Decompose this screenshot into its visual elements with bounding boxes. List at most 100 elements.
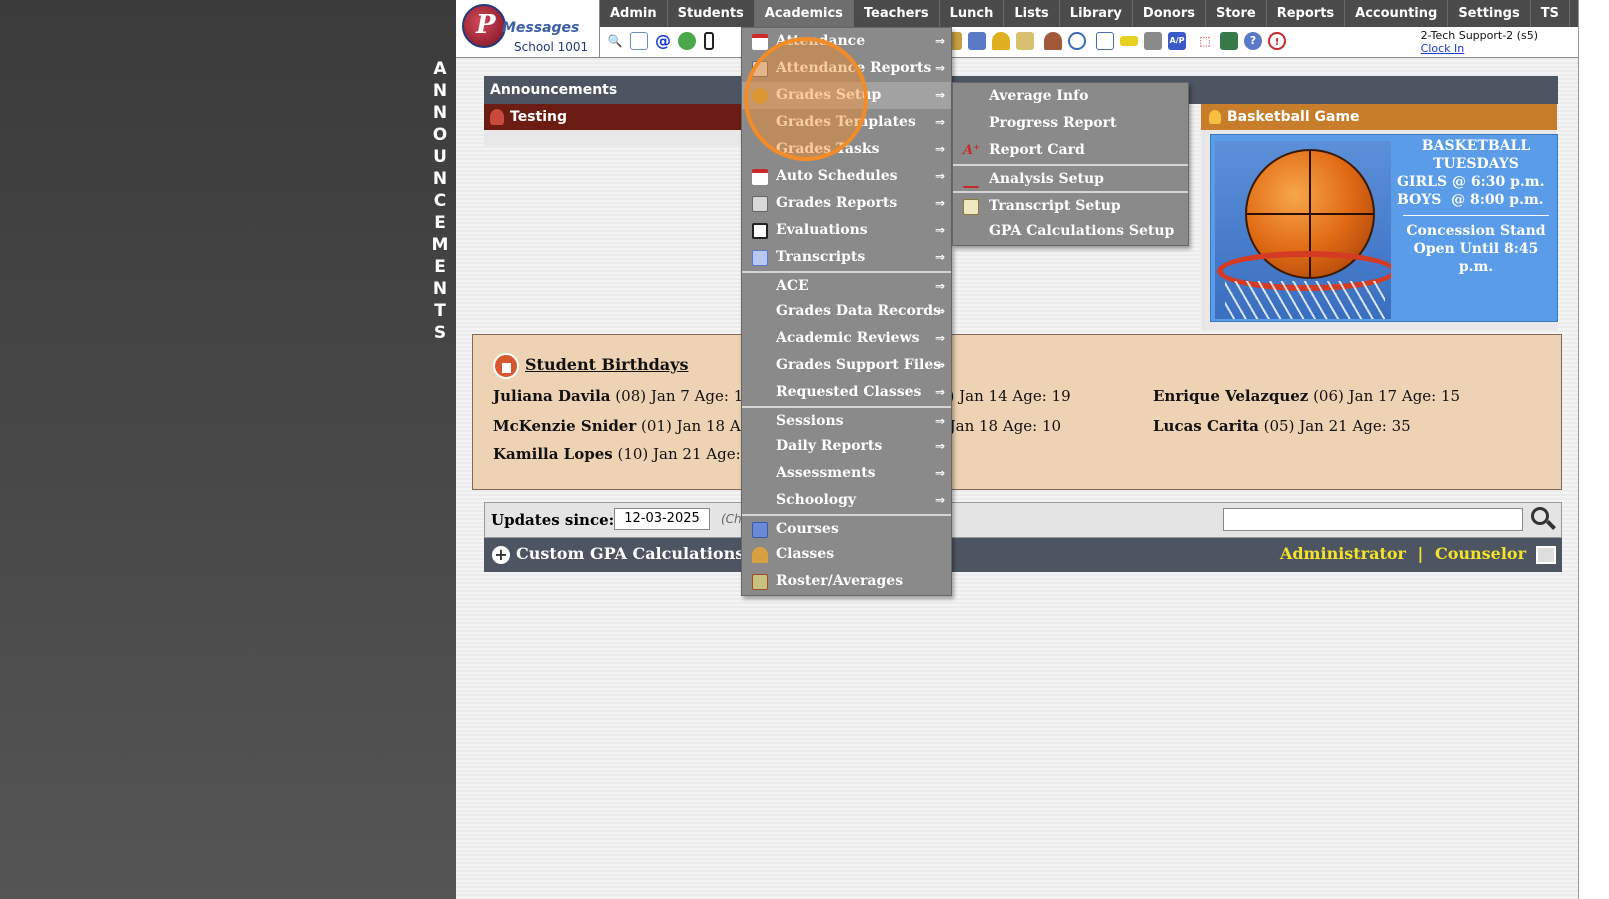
menu-item-ace[interactable]: ACE ⇒: [742, 271, 951, 298]
calendar-grid-icon[interactable]: [630, 32, 648, 50]
birthdays-title[interactable]: Student Birthdays: [525, 355, 688, 374]
menu-item-grades-data-records[interactable]: Grades Data Records ⇒: [742, 298, 951, 325]
submenu-transcript-setup[interactable]: Transcript Setup: [953, 191, 1188, 218]
printer-toolbar-icon[interactable]: [1144, 32, 1162, 50]
submenu-arrow-icon: ⇒: [934, 358, 945, 372]
menu-item-grades-support-files[interactable]: Grades Support Files ⇒: [742, 352, 951, 379]
menu-item-transcripts[interactable]: Transcripts ⇒: [742, 244, 951, 271]
nav-students[interactable]: Students: [668, 0, 755, 27]
table-icon[interactable]: [1096, 32, 1114, 50]
nav-donors[interactable]: Donors: [1133, 0, 1206, 27]
chat-icon[interactable]: [678, 32, 696, 50]
menu-item-evaluations[interactable]: Evaluations ⇒: [742, 217, 951, 244]
menu-item-attendance[interactable]: Attendance ⇒: [742, 28, 951, 55]
menu-item-label: Auto Schedules: [776, 168, 898, 184]
phone-icon[interactable]: [704, 32, 714, 50]
clock-icon[interactable]: [1068, 32, 1086, 50]
nav-library[interactable]: Library: [1060, 0, 1133, 27]
menu-item-academic-reviews[interactable]: Academic Reviews ⇒: [742, 325, 951, 352]
menu-item-grades-reports[interactable]: Grades Reports ⇒: [742, 190, 951, 217]
birthday-entry: ) Jan 18 Age: 10: [939, 417, 1061, 435]
menu-item-auto-schedules[interactable]: Auto Schedules ⇒: [742, 163, 951, 190]
banner-letter: O: [432, 125, 448, 145]
search-input[interactable]: [1223, 508, 1523, 531]
banner-letter: N: [432, 279, 448, 299]
submenu-analysis-setup[interactable]: Analysis Setup: [953, 164, 1188, 191]
menu-item-assessments[interactable]: Assessments ⇒: [742, 460, 951, 487]
nav-reports[interactable]: Reports: [1267, 0, 1346, 27]
birthday-name: Lucas Carita: [1153, 417, 1259, 435]
submenu-report-card[interactable]: A⁺ Report Card: [953, 137, 1188, 164]
nav-academics[interactable]: Academics: [754, 0, 854, 27]
basketball-header-icon: [1209, 110, 1221, 124]
chart-line-icon: [963, 172, 979, 188]
menu-item-schoology[interactable]: Schoology ⇒: [742, 487, 951, 514]
nav-ts[interactable]: TS: [1531, 0, 1570, 27]
menu-item-grades-setup[interactable]: Grades Setup ⇒: [742, 82, 951, 109]
card-icon[interactable]: [1120, 36, 1138, 46]
birthday-entry: Enrique Velazquez (06) Jan 17 Age: 15: [1153, 387, 1460, 405]
submenu-arrow-icon: ⇒: [934, 88, 945, 102]
counselor-link[interactable]: Counselor: [1435, 544, 1526, 563]
submenu-progress-report[interactable]: Progress Report: [953, 110, 1188, 137]
menu-item-sessions[interactable]: Sessions ⇒: [742, 406, 951, 433]
menu-item-label: Grades Data Records: [776, 303, 941, 319]
top-navigation: Admin Students Academics Teachers Lunch Lists…: [600, 0, 1609, 27]
book-toolbar-icon[interactable]: [968, 32, 986, 50]
submenu-average-info[interactable]: Average Info: [953, 83, 1188, 110]
nav-teachers[interactable]: Teachers: [854, 0, 940, 27]
bb-line-4: BOYS @ 8:00 p.m.: [1397, 192, 1544, 208]
nav-lunch[interactable]: Lunch: [940, 0, 1005, 27]
print-icon[interactable]: [1536, 546, 1556, 564]
gpa-title: Custom GPA Calculations --: [516, 544, 764, 563]
search-icon[interactable]: [1529, 505, 1557, 533]
administrator-link[interactable]: Administrator: [1280, 544, 1406, 563]
menu-item-grades-tasks[interactable]: Grades Tasks ⇒: [742, 136, 951, 163]
submenu-arrow-icon: ⇒: [934, 142, 945, 156]
menu-item-attendance-reports[interactable]: Attendance Reports ⇒: [742, 55, 951, 82]
bb-line-1: BASKETBALL: [1421, 138, 1531, 154]
menu-item-courses[interactable]: Courses: [742, 514, 951, 541]
help-icon[interactable]: ?: [1244, 32, 1262, 50]
vertical-announcements-banner: ANNOUNCEMENTS: [430, 58, 450, 344]
menu-item-label: Grades Templates: [776, 114, 916, 130]
basketball-header[interactable]: Basketball Game: [1201, 104, 1557, 130]
updates-date-input[interactable]: 12-03-2025: [614, 508, 710, 530]
bell-icon[interactable]: [992, 32, 1010, 50]
announcement-item[interactable]: Testing: [484, 104, 774, 130]
transfer-icon[interactable]: [1016, 32, 1034, 50]
right-edge-panel: [1578, 0, 1609, 899]
money-icon[interactable]: [1220, 32, 1238, 50]
menu-item-label: Assessments: [776, 465, 876, 481]
nav-settings[interactable]: Settings: [1448, 0, 1531, 27]
menu-item-classes[interactable]: Classes: [742, 541, 951, 568]
menu-item-daily-reports[interactable]: Daily Reports ⇒: [742, 433, 951, 460]
ap-icon[interactable]: A/P: [1168, 32, 1186, 50]
birthday-entry: Juliana Davila (08) Jan 7 Age: 19: [493, 387, 753, 405]
clock-in-link[interactable]: Clock In: [1421, 42, 1538, 55]
expand-plus-icon[interactable]: +: [492, 546, 510, 564]
submenu-item-label: Average Info: [989, 88, 1089, 104]
menu-item-grades-templates[interactable]: Grades Templates ⇒: [742, 109, 951, 136]
menu-item-label: Daily Reports: [776, 438, 883, 454]
people-icon[interactable]: [1044, 32, 1062, 50]
nav-store[interactable]: Store: [1206, 0, 1267, 27]
search-icon[interactable]: 🔍: [606, 32, 624, 50]
submenu-item-label: Progress Report: [989, 115, 1117, 131]
email-icon[interactable]: @: [654, 32, 672, 50]
nav-accounting[interactable]: Accounting: [1345, 0, 1449, 27]
pdf-icon[interactable]: ⬚: [1196, 32, 1214, 50]
menu-item-roster-averages[interactable]: Roster/Averages: [742, 568, 951, 595]
basketball-text: BASKETBALL TUESDAYS GIRLS @ 6:30 p.m. BO…: [1395, 137, 1557, 276]
nav-admin[interactable]: Admin: [600, 0, 668, 27]
power-icon[interactable]: !: [1268, 32, 1286, 50]
submenu-arrow-icon: ⇒: [934, 331, 945, 345]
menu-item-label: Requested Classes: [776, 384, 922, 400]
menu-item-requested-classes[interactable]: Requested Classes ⇒: [742, 379, 951, 406]
nav-lists[interactable]: Lists: [1004, 0, 1060, 27]
calendar-icon: [752, 34, 768, 50]
logo[interactable]: P Messages School 1001: [456, 0, 600, 58]
basketball-net: [1225, 281, 1385, 319]
menu-item-label: Evaluations: [776, 222, 868, 238]
submenu-gpa-calculations-setup[interactable]: GPA Calculations Setup: [953, 218, 1188, 245]
